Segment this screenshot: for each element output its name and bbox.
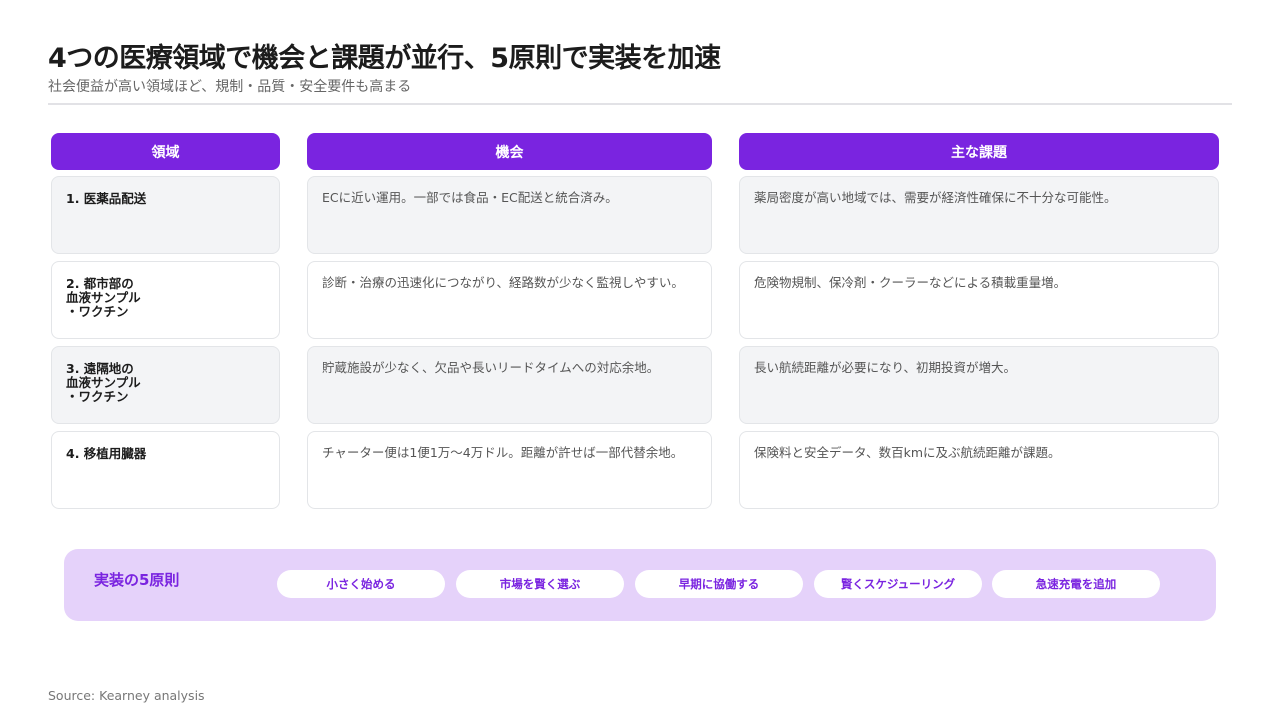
- opportunity-cell-1: ECに近い運用。一部では食品・EC配送と統合済み。: [307, 176, 712, 254]
- opportunity-cell-3: 貯蔵施設が少なく、欠品や長いリードタイムへの対応余地。: [307, 346, 712, 424]
- opportunity-cell-2: 診断・治療の迅速化につながり、経路数が少なく監視しやすい。: [307, 261, 712, 339]
- page-subtitle: 社会便益が高い領域ほど、規制・品質・安全要件も高まる: [48, 79, 412, 95]
- principles-title: 実装の5原則: [94, 571, 180, 589]
- domain-cell-2: 2. 都市部の 血液サンプル ・ワクチン: [51, 261, 280, 339]
- domain-cell-3: 3. 遠隔地の 血液サンプル ・ワクチン: [51, 346, 280, 424]
- challenge-cell-2: 危険物規制、保冷剤・クーラーなどによる積載重量増。: [739, 261, 1219, 339]
- principles-panel: 実装の5原則 小さく始める 市場を賢く選ぶ 早期に協働する 賢くスケジューリング…: [64, 549, 1216, 621]
- challenge-cell-3: 長い航続距離が必要になり、初期投資が増大。: [739, 346, 1219, 424]
- domain-cell-4: 4. 移植用臓器: [51, 431, 280, 509]
- principle-pill-1: 小さく始める: [277, 570, 445, 598]
- column-header-opportunity: 機会: [307, 133, 712, 170]
- domain-cell-1: 1. 医薬品配送: [51, 176, 280, 254]
- source-note: Source: Kearney analysis: [48, 688, 205, 703]
- column-header-domain: 領域: [51, 133, 280, 170]
- principle-pill-3: 早期に協働する: [635, 570, 803, 598]
- page-title: 4つの医療領域で機会と課題が並行、5原則で実装を加速: [48, 43, 721, 74]
- principle-pill-2: 市場を賢く選ぶ: [456, 570, 624, 598]
- challenge-cell-1: 薬局密度が高い地域では、需要が経済性確保に不十分な可能性。: [739, 176, 1219, 254]
- principle-pill-4: 賢くスケジューリング: [814, 570, 982, 598]
- principle-pill-5: 急速充電を追加: [992, 570, 1160, 598]
- title-divider: [48, 103, 1232, 105]
- opportunity-cell-4: チャーター便は1便1万～4万ドル。距離が許せば一部代替余地。: [307, 431, 712, 509]
- column-header-challenge: 主な課題: [739, 133, 1219, 170]
- challenge-cell-4: 保険料と安全データ、数百kmに及ぶ航続距離が課題。: [739, 431, 1219, 509]
